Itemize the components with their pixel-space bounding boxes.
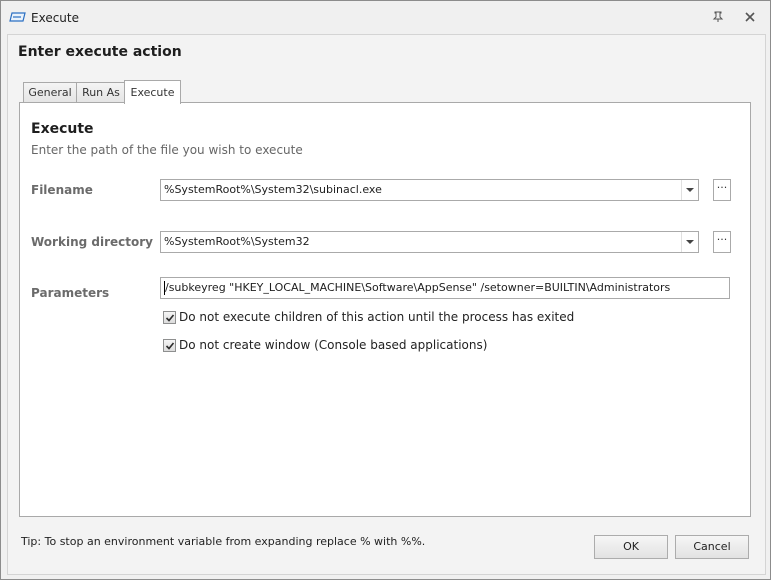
window-title: Execute	[31, 11, 79, 25]
execute-dialog-window: Execute Enter execute action General Run…	[0, 0, 771, 580]
tab-general[interactable]: General	[23, 82, 77, 103]
execute-tab-panel: Execute Enter the path of the file you w…	[19, 102, 751, 517]
filename-browse-button[interactable]: ···	[713, 179, 731, 201]
dialog-heading: Enter execute action	[18, 44, 182, 60]
filename-dropdown-button[interactable]	[681, 180, 698, 200]
working-directory-dropdown-button[interactable]	[681, 232, 698, 252]
filename-combobox[interactable]: %SystemRoot%\System32\subinacl.exe	[160, 179, 699, 201]
pin-button[interactable]	[707, 7, 729, 27]
ok-button[interactable]: OK	[594, 535, 668, 559]
chevron-down-icon	[686, 188, 694, 192]
panel-subtitle: Enter the path of the file you wish to e…	[31, 143, 303, 157]
filename-value: %SystemRoot%\System32\subinacl.exe	[164, 183, 382, 196]
browse-label: ···	[716, 233, 728, 246]
browse-label: ···	[716, 181, 728, 194]
chevron-down-icon	[686, 240, 694, 244]
checkmark-icon	[165, 314, 175, 322]
title-bar[interactable]: Execute	[1, 1, 770, 34]
pin-icon	[712, 11, 724, 22]
cancel-button[interactable]: Cancel	[675, 535, 749, 559]
tab-execute[interactable]: Execute	[124, 80, 181, 104]
working-directory-label: Working directory	[31, 235, 153, 249]
execute-icon	[9, 10, 27, 24]
panel-title: Execute	[31, 121, 94, 137]
close-button[interactable]	[739, 7, 761, 27]
no-window-checkbox[interactable]	[163, 339, 176, 352]
filename-label: Filename	[31, 183, 93, 197]
working-directory-browse-button[interactable]: ···	[713, 231, 731, 253]
tip-text: Tip: To stop an environment variable fro…	[21, 535, 426, 548]
parameters-value: /subkeyreg "HKEY_LOCAL_MACHINE\Software\…	[165, 281, 671, 294]
working-directory-value: %SystemRoot%\System32	[164, 235, 310, 248]
checkmark-icon	[165, 342, 175, 350]
parameters-input[interactable]: /subkeyreg "HKEY_LOCAL_MACHINE\Software\…	[160, 277, 730, 299]
wait-for-exit-label: Do not execute children of this action u…	[179, 310, 575, 324]
tab-run-as[interactable]: Run As	[76, 82, 126, 103]
working-directory-combobox[interactable]: %SystemRoot%\System32	[160, 231, 699, 253]
close-icon	[745, 12, 755, 22]
dialog-content: Enter execute action General Run As Exec…	[7, 34, 766, 575]
wait-for-exit-checkbox[interactable]	[163, 311, 176, 324]
parameters-label: Parameters	[31, 286, 110, 300]
no-window-label: Do not create window (Console based appl…	[179, 338, 488, 352]
